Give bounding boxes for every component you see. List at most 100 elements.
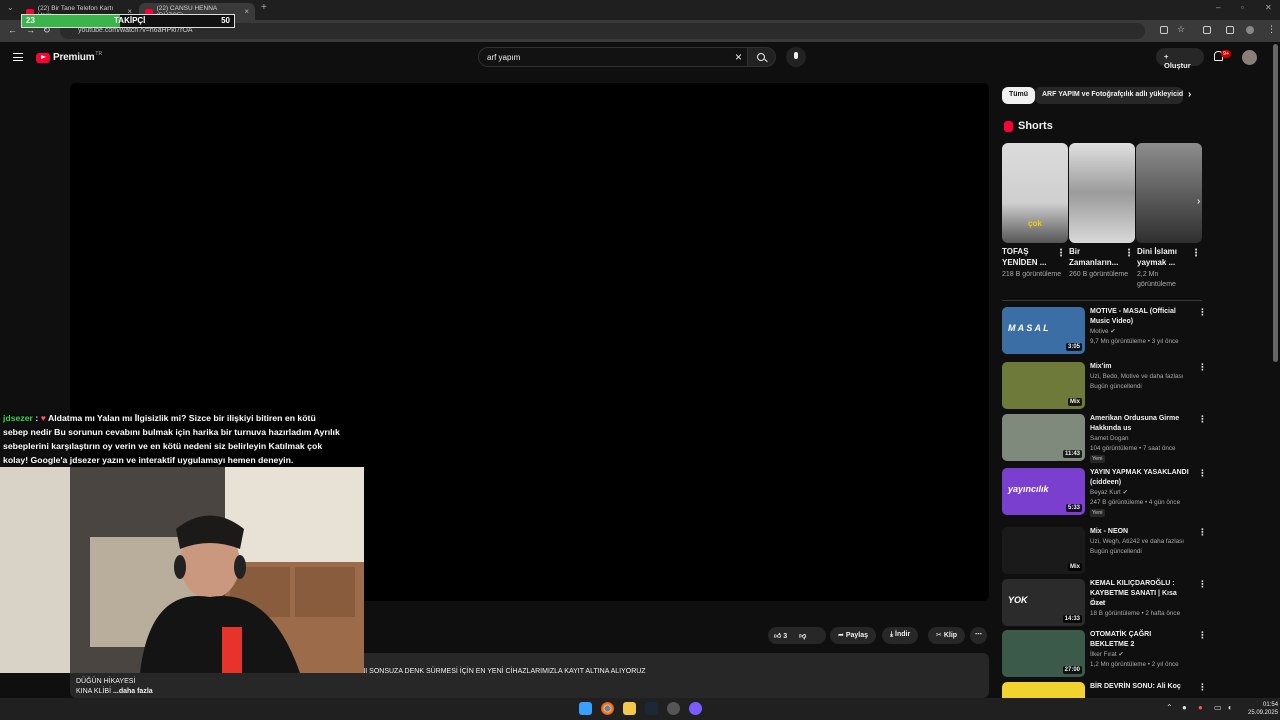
- video-title[interactable]: MOTIVE - MASAL (Official Music Video): [1090, 307, 1190, 327]
- clip-button[interactable]: ✂ Klip: [928, 627, 966, 644]
- more-options-icon[interactable]: ⋮: [1198, 468, 1207, 479]
- steam-icon[interactable]: [645, 702, 658, 715]
- channel-name[interactable]: İlker Fırat ✔: [1090, 651, 1124, 658]
- video-duration: 5:33: [1065, 504, 1082, 512]
- create-button[interactable]: + Oluştur: [1156, 48, 1204, 70]
- account-avatar[interactable]: [1242, 50, 1257, 65]
- voice-search-icon[interactable]: [786, 47, 806, 67]
- recommendation-item[interactable]: M A S A L 3:05 MOTIVE - MASAL (Official Mu…: [1002, 307, 1207, 355]
- recommendation-item[interactable]: YOK 14:33 KEMAL KILIÇDAROĞLU : KAYBETME SA…: [1002, 579, 1207, 627]
- video-thumbnail[interactable]: YOK 14:33: [1002, 579, 1085, 626]
- back-icon[interactable]: ←: [8, 25, 17, 35]
- close-window-icon[interactable]: ✕: [1265, 3, 1272, 12]
- channel-name[interactable]: Samet Dogan: [1090, 435, 1129, 442]
- video-thumbnail[interactable]: Mix: [1002, 362, 1085, 409]
- thumbs-down-icon[interactable]: 👎︎: [799, 633, 806, 640]
- network-icon[interactable]: ▭: [1214, 703, 1222, 712]
- clock-time: 01:54: [1263, 702, 1279, 708]
- short-more-icon[interactable]: ⋮: [1191, 248, 1201, 259]
- more-options-icon[interactable]: ⋮: [1198, 527, 1207, 538]
- discord-icon[interactable]: [689, 702, 702, 715]
- more-options-icon[interactable]: ⋮: [1198, 414, 1207, 425]
- recommendation-item[interactable]: 11:43 Amerikan Ordusuna Girme Hakkında us…: [1002, 414, 1207, 463]
- channel-label: Uzi, Bedo, Motive ve daha fazlası: [1090, 373, 1184, 380]
- file-explorer-icon[interactable]: [623, 702, 636, 715]
- start-menu-icon[interactable]: [579, 702, 592, 715]
- share-button[interactable]: ➦ Paylaş: [830, 627, 876, 644]
- video-thumbnail[interactable]: 11:43: [1002, 414, 1085, 461]
- page-scrollbar[interactable]: [1273, 44, 1278, 362]
- profile-icon[interactable]: [1246, 26, 1254, 34]
- search-input[interactable]: arf yapım ×: [478, 47, 748, 67]
- show-more-link[interactable]: ...daha fazla: [113, 688, 153, 695]
- tray-expand-icon[interactable]: ⌃: [1166, 703, 1173, 712]
- video-duration: Mix: [1067, 563, 1082, 571]
- more-options-icon[interactable]: ⋮: [1198, 362, 1207, 373]
- short-thumbnail-2[interactable]: [1069, 143, 1135, 243]
- video-title[interactable]: BİR DEVRİN SONU: Ali Koç: [1090, 682, 1190, 692]
- chat-text: Aldatma mı Yalan mı İlgisizlik mi? Sizce…: [3, 413, 340, 465]
- system-clock[interactable]: 01:54 25.09.2025: [1248, 701, 1278, 717]
- channel-name[interactable]: Motive ✔: [1090, 328, 1116, 335]
- thumbs-up-icon[interactable]: 👍︎: [774, 633, 783, 640]
- short-title-3[interactable]: Dini İslamı yaymak ...: [1137, 246, 1193, 268]
- new-tab-icon[interactable]: +: [261, 2, 267, 13]
- more-options-icon[interactable]: ⋮: [1198, 630, 1207, 641]
- thumbnail-text: M A S A L: [1008, 323, 1049, 333]
- restore-icon[interactable]: ▫: [1241, 3, 1244, 12]
- more-options-icon[interactable]: ⋮: [1198, 307, 1207, 318]
- sidebar-icon[interactable]: [1226, 26, 1234, 34]
- channel-name[interactable]: Uzi, Bedo, Motive ve daha fazlası: [1090, 373, 1183, 380]
- video-thumbnail[interactable]: Mix: [1002, 527, 1085, 574]
- recommendation-item[interactable]: yayıncılık 5:33 YAYIN YAPMAK YASAKLANDI (c…: [1002, 468, 1207, 517]
- bookmark-star-icon[interactable]: ☆: [1177, 24, 1185, 35]
- video-thumbnail[interactable]: yayıncılık 5:33: [1002, 468, 1085, 515]
- shorts-next-chevron-icon[interactable]: ›: [1197, 196, 1200, 207]
- video-title[interactable]: Amerikan Ordusuna Girme Hakkında us: [1090, 414, 1190, 434]
- menu-icon[interactable]: [13, 53, 23, 61]
- video-title[interactable]: Mix - NEON: [1090, 527, 1190, 537]
- tray-mic-icon[interactable]: ●: [1198, 703, 1203, 712]
- short-more-icon[interactable]: ⋮: [1124, 248, 1134, 259]
- video-thumbnail[interactable]: M A S A L 3:05: [1002, 307, 1085, 354]
- video-thumbnail[interactable]: 27:00: [1002, 630, 1085, 677]
- obs-icon[interactable]: [667, 702, 680, 715]
- channel-name[interactable]: Beyaz Kurt ✔: [1090, 489, 1128, 496]
- chrome-icon[interactable]: [601, 702, 614, 715]
- short-title-1[interactable]: TOFAŞ YENİDEN ...: [1002, 246, 1058, 268]
- short-views-3: 2,2 Mn görüntüleme: [1137, 271, 1176, 288]
- download-button[interactable]: ⤓ İndir: [882, 627, 919, 644]
- close-tab-icon[interactable]: ×: [244, 7, 249, 16]
- video-meta: 18 B görüntüleme • 2 hafta önce: [1090, 610, 1181, 617]
- channel-name[interactable]: Allvar: [1090, 600, 1106, 607]
- short-more-icon[interactable]: ⋮: [1056, 248, 1066, 259]
- tab-search-icon[interactable]: ⌄: [7, 3, 14, 12]
- chevron-right-icon[interactable]: ›: [1184, 87, 1195, 104]
- more-options-icon[interactable]: ⋮: [1198, 579, 1207, 590]
- video-title[interactable]: Mix'im: [1090, 362, 1190, 372]
- recommendation-item[interactable]: Mix Mix'im Uzi, Bedo, Motive ve daha fazla…: [1002, 362, 1207, 410]
- recommendation-item[interactable]: 27:00 OTOMATİK ÇAĞRI BEKLETME 2 İlker Fıra…: [1002, 630, 1207, 678]
- search-button[interactable]: [748, 47, 776, 67]
- short-thumbnail-1[interactable]: çok: [1002, 143, 1068, 243]
- shorts-title: Shorts: [1018, 120, 1053, 132]
- recommendation-item[interactable]: Mix Mix - NEON Uzi, Wegh, Ati242 ve daha f…: [1002, 527, 1207, 575]
- more-actions-button[interactable]: ⋯: [970, 627, 987, 644]
- video-title[interactable]: YAYIN YAPMAK YASAKLANDI (ciddeen): [1090, 468, 1190, 488]
- channel-name[interactable]: Uzi, Wegh, Ati242 ve daha fazlası: [1090, 538, 1184, 545]
- cast-icon[interactable]: [1160, 26, 1168, 34]
- minimize-icon[interactable]: –: [1216, 3, 1220, 12]
- chip-uploader[interactable]: ARF YAPIM ve Fotoğrafçılık adlı yükleyic…: [1035, 87, 1183, 104]
- short-title-2[interactable]: Bir Zamanların...: [1069, 246, 1125, 268]
- tray-app-icon[interactable]: ●: [1182, 703, 1187, 712]
- short-thumbnail-3[interactable]: [1136, 143, 1202, 243]
- chip-all[interactable]: Tümü: [1002, 87, 1036, 104]
- clear-search-icon[interactable]: ×: [735, 50, 742, 64]
- video-title[interactable]: OTOMATİK ÇAĞRI BEKLETME 2: [1090, 630, 1190, 650]
- more-options-icon[interactable]: ⋮: [1198, 682, 1207, 693]
- extensions-icon[interactable]: [1203, 26, 1211, 34]
- browser-menu-icon[interactable]: ⋮: [1267, 24, 1276, 35]
- youtube-logo[interactable]: Premium TR: [36, 51, 102, 63]
- webcam-scene: [0, 467, 364, 673]
- volume-icon[interactable]: ◖: [1227, 703, 1232, 712]
